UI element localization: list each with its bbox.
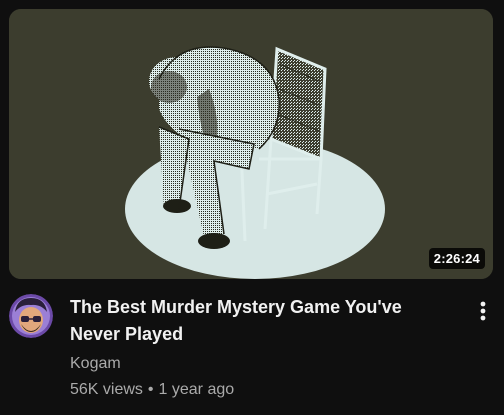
- meta-separator: •: [147, 381, 154, 398]
- more-options-button[interactable]: [470, 296, 496, 328]
- upload-age: 1 year ago: [158, 381, 235, 398]
- duration-badge: 2:26:24: [428, 248, 485, 269]
- channel-name[interactable]: Kogam: [70, 355, 121, 373]
- thumbnail-art: [9, 9, 493, 279]
- more-vert-icon: [480, 301, 486, 321]
- video-metadata: 56K views • 1 year ago: [70, 381, 234, 399]
- avatar-image: [9, 294, 53, 338]
- video-card: 2:26:24 The Best Murder Mystery Game You…: [0, 0, 504, 415]
- video-thumbnail[interactable]: 2:26:24: [9, 9, 493, 279]
- view-count: 56K views: [70, 381, 143, 398]
- channel-avatar[interactable]: [9, 294, 53, 338]
- video-title[interactable]: The Best Murder Mystery Game You've Neve…: [70, 294, 450, 348]
